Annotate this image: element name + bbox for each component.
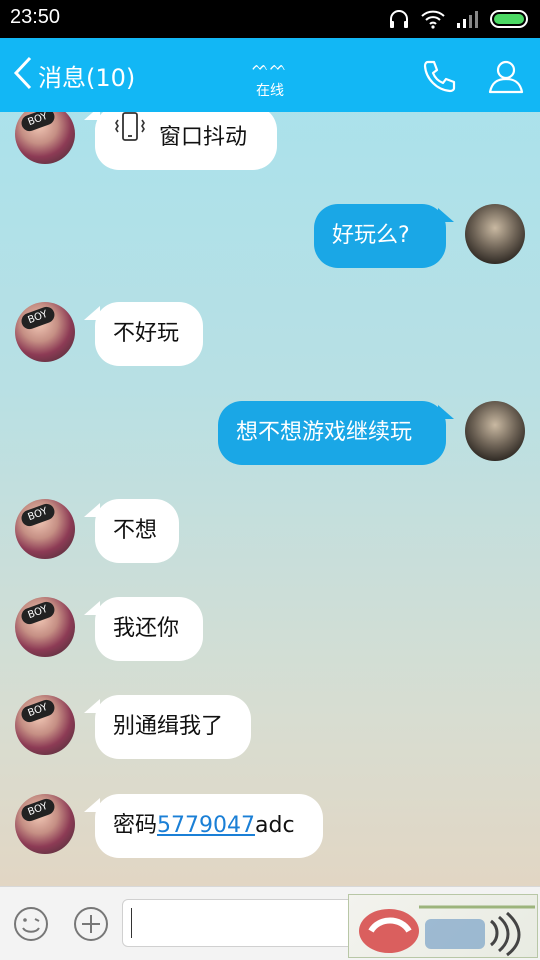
chat-screen: 23:50 消息(10) ᨓᨓ 在线 BOY 窗口抖动 好玩么? BOY 不好玩…: [0, 0, 540, 960]
bubble-tail: [438, 208, 454, 222]
message-outgoing: 好玩么?: [0, 202, 540, 272]
message-bubble[interactable]: 想不想游戏继续玩: [218, 401, 446, 465]
message-text: 别通缉我了: [113, 714, 224, 739]
message-incoming: BOY 窗口抖动: [0, 112, 540, 176]
message-bubble[interactable]: 密码5779047adc: [95, 794, 323, 858]
message-text: 窗口抖动: [159, 125, 248, 150]
message-bubble[interactable]: 好玩么?: [314, 204, 446, 268]
status-bar: 23:50: [0, 0, 540, 38]
status-icons: [388, 8, 530, 30]
chevron-left-icon: [12, 56, 38, 94]
contact-name: ᨓᨓ: [252, 58, 288, 74]
headphones-icon: [388, 8, 410, 30]
friend-avatar[interactable]: BOY: [15, 695, 75, 755]
back-label: 消息(10): [38, 63, 136, 92]
bubble-tail: [438, 405, 454, 419]
site-watermark-logo: [348, 894, 538, 958]
message-incoming: BOY 我还你: [0, 595, 540, 665]
message-incoming: BOY 不想: [0, 497, 540, 567]
emoji-icon: [12, 907, 50, 947]
message-incoming: BOY 密码5779047adc: [0, 792, 540, 862]
message-incoming: BOY 不好玩: [0, 300, 540, 370]
message-outgoing: 想不想游戏继续玩: [0, 399, 540, 469]
avatar-badge: BOY: [19, 112, 57, 134]
back-button[interactable]: 消息(10): [12, 54, 135, 96]
text-caret: [131, 908, 132, 938]
message-link[interactable]: 5779047: [157, 813, 255, 838]
friend-avatar[interactable]: BOY: [15, 499, 75, 559]
friend-avatar[interactable]: BOY: [15, 597, 75, 657]
avatar-badge: BOY: [19, 304, 57, 332]
message-incoming: BOY 别通缉我了: [0, 693, 540, 763]
message-input[interactable]: [122, 899, 362, 947]
message-bubble[interactable]: 不想: [95, 499, 179, 563]
message-text: 不想: [113, 518, 158, 543]
profile-icon: [486, 60, 526, 100]
avatar-badge: BOY: [19, 599, 57, 627]
phone-shake-icon: [113, 112, 147, 170]
message-bubble[interactable]: 别通缉我了: [95, 695, 251, 759]
profile-button[interactable]: [486, 56, 526, 96]
friend-avatar[interactable]: BOY: [15, 302, 75, 362]
contact-status: 在线: [256, 83, 284, 99]
self-avatar[interactable]: [465, 401, 525, 461]
contact-title: ᨓᨓ 在线: [220, 58, 320, 100]
message-bubble[interactable]: 窗口抖动: [95, 112, 277, 170]
message-text-prefix: 密码: [113, 813, 158, 838]
message-list[interactable]: BOY 窗口抖动 好玩么? BOY 不好玩 想不想游戏继续玩 BOY 不想 BO…: [0, 112, 540, 886]
avatar-badge: BOY: [19, 796, 57, 824]
message-bubble[interactable]: 我还你: [95, 597, 203, 661]
emoji-button[interactable]: [12, 905, 50, 943]
status-time: 23:50: [10, 6, 61, 28]
friend-avatar[interactable]: BOY: [15, 794, 75, 854]
title-bar: 消息(10) ᨓᨓ 在线: [0, 38, 540, 112]
signal-icon: [456, 9, 480, 29]
message-text: 不好玩: [113, 321, 180, 346]
avatar-badge: BOY: [19, 501, 57, 529]
message-text: 想不想游戏继续玩: [236, 420, 413, 445]
message-text: 好玩么?: [332, 223, 410, 248]
message-text: 我还你: [113, 616, 180, 641]
phone-button[interactable]: [420, 56, 460, 96]
plus-icon: [72, 907, 110, 947]
plus-button[interactable]: [72, 905, 110, 943]
message-bubble[interactable]: 不好玩: [95, 302, 203, 366]
friend-avatar[interactable]: BOY: [15, 112, 75, 164]
avatar-badge: BOY: [19, 697, 57, 725]
wifi-icon: [420, 8, 446, 30]
self-avatar[interactable]: [465, 204, 525, 264]
message-text-suffix: adc: [255, 813, 295, 838]
phone-icon: [420, 60, 460, 100]
battery-icon: [490, 9, 530, 29]
